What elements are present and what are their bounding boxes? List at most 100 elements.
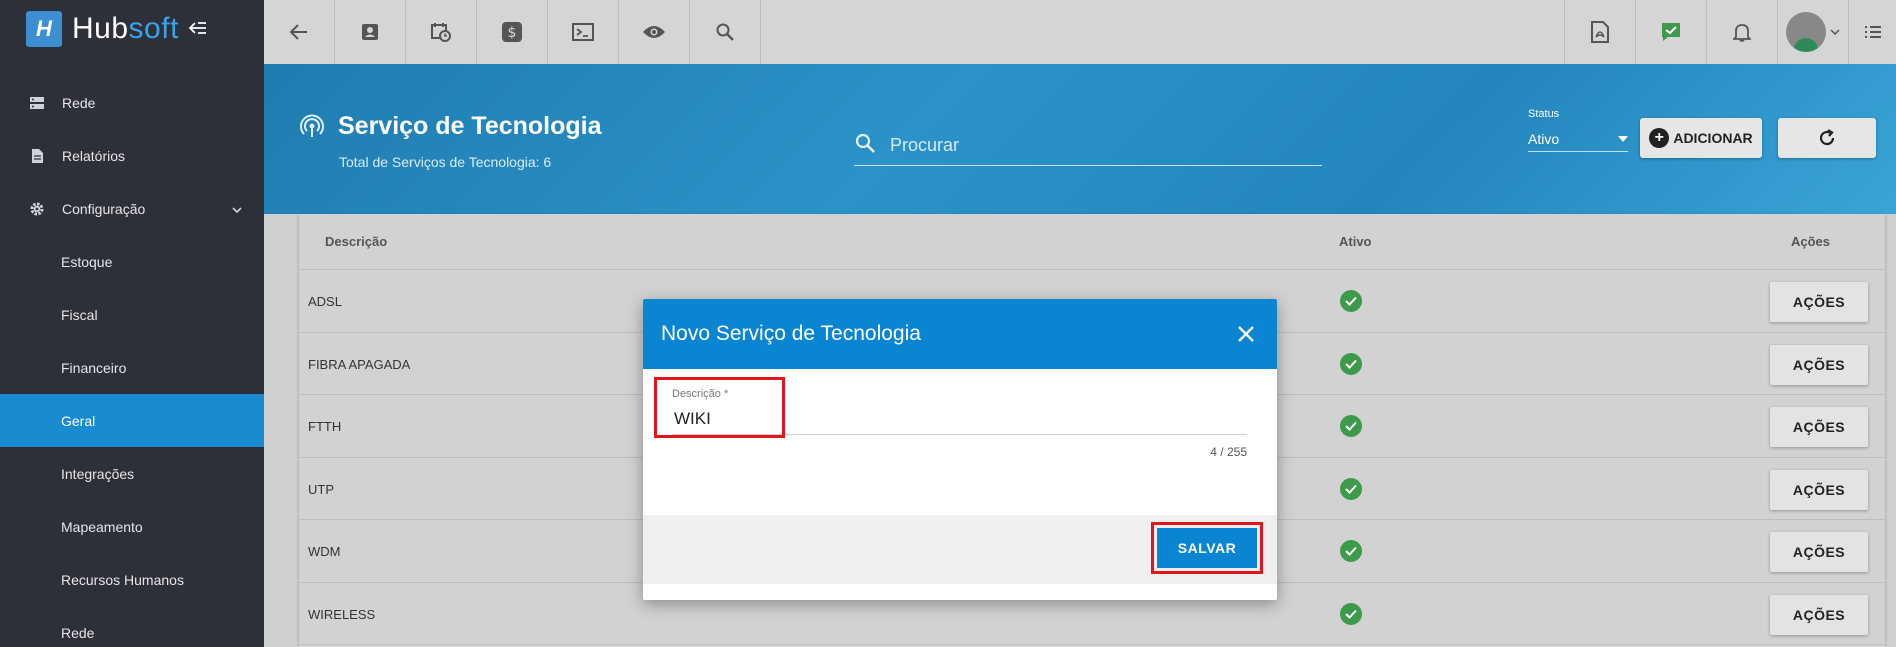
back-arrow-icon (289, 24, 307, 40)
caret-down-icon (1618, 135, 1628, 142)
cell-descricao: WDM (308, 544, 341, 559)
sidebar-item-mapeamento[interactable]: Mapeamento (0, 500, 264, 553)
back-button[interactable] (264, 0, 335, 64)
document-icon (26, 147, 48, 165)
view-button[interactable] (619, 0, 690, 64)
column-header-ativo[interactable]: Ativo (1339, 234, 1372, 249)
logo-mark: H (26, 11, 62, 47)
user-menu-button[interactable] (1777, 0, 1848, 64)
refresh-button[interactable] (1778, 118, 1876, 158)
terminal-icon (572, 23, 594, 41)
sidebar-item-label: Configuração (62, 200, 146, 217)
dollar-icon: $ (502, 22, 522, 42)
dialog-body: Descrição * 4 / 255 (643, 369, 1277, 515)
sidebar-item-configuracao[interactable]: Configuração (0, 182, 264, 235)
status-select[interactable]: Ativo (1528, 126, 1628, 152)
sidebar-item-integracoes[interactable]: Integrações (0, 447, 264, 500)
highlight-frame (654, 377, 785, 438)
sidebar-item-financeiro[interactable]: Financeiro (0, 341, 264, 394)
cell-descricao: WIRELESS (308, 606, 376, 622)
page-title: Serviço de Tecnologia (338, 112, 602, 140)
calendar-clock-icon (431, 23, 451, 42)
status-label: Status (1528, 108, 1560, 120)
actions-button[interactable]: AÇÕES (1770, 532, 1868, 572)
chevron-down-icon (1830, 29, 1840, 35)
svg-text:$: $ (508, 25, 517, 41)
check-circle-icon (1340, 415, 1362, 437)
logo[interactable]: H Hubsoft (0, 0, 264, 58)
contacts-button[interactable] (335, 0, 406, 64)
close-icon (1238, 326, 1254, 342)
search-icon (854, 132, 876, 160)
cell-descricao: FTTH (308, 419, 342, 434)
menu-list-button[interactable] (1848, 0, 1896, 64)
cell-descricao: UTP (308, 481, 334, 497)
gear-icon (26, 200, 48, 218)
signal-icon (300, 114, 326, 140)
check-circle-icon (1340, 290, 1362, 312)
logo-text: Hubsoft (72, 12, 179, 46)
sidebar-item-geral[interactable]: Geral (0, 394, 264, 447)
chevron-down-icon (232, 202, 242, 216)
messages-button[interactable] (1635, 0, 1706, 64)
sidebar-item-label: Relatórios (62, 147, 126, 164)
dialog-header: Novo Serviço de Tecnologia (643, 299, 1277, 369)
add-button-label: ADICIONAR (1673, 130, 1753, 146)
status-value: Ativo (1528, 130, 1560, 147)
dialog-title: Novo Serviço de Tecnologia (661, 322, 921, 345)
check-circle-icon (1340, 352, 1362, 375)
sidebar-item-estoque[interactable]: Estoque (0, 235, 264, 288)
check-circle-icon (1340, 540, 1362, 562)
avatar (1786, 12, 1826, 52)
page-subtitle: Total de Serviços de Tecnologia: 6 (339, 154, 552, 170)
search-button[interactable] (690, 0, 761, 64)
bell-icon (1733, 24, 1751, 42)
sidebar-item-relatorios[interactable]: Relatórios (0, 129, 264, 182)
contact-card-icon (362, 24, 378, 40)
toolbar-right (1564, 0, 1896, 64)
new-service-dialog: Novo Serviço de Tecnologia Descrição * 4… (643, 299, 1277, 600)
logo-text-hub: Hub (72, 12, 129, 45)
pdf-button[interactable] (1564, 0, 1635, 64)
save-button[interactable]: SALVAR (1151, 522, 1263, 574)
notifications-button[interactable] (1706, 0, 1777, 64)
actions-button[interactable]: AÇÕES (1770, 344, 1868, 385)
plus-circle-icon: + (1649, 128, 1670, 148)
sidebar: H Hubsoft Rede Relatórios Configuração E… (0, 0, 264, 647)
cell-descricao: ADSL (308, 294, 342, 309)
check-circle-icon (1340, 477, 1362, 500)
finance-button[interactable]: $ (477, 0, 548, 64)
actions-button[interactable]: AÇÕES (1770, 594, 1868, 635)
sidebar-item-rede-sub[interactable]: Rede (0, 606, 264, 647)
chat-check-icon (1662, 23, 1680, 41)
actions-button[interactable]: AÇÕES (1770, 282, 1868, 322)
actions-button[interactable]: AÇÕES (1770, 407, 1868, 447)
character-counter: 4 / 255 (1210, 445, 1247, 459)
column-header-descricao[interactable]: Descrição (325, 234, 387, 249)
search-input[interactable] (890, 130, 1310, 160)
terminal-button[interactable] (548, 0, 619, 64)
table-header: Descrição Ativo Ações (299, 214, 1885, 270)
search-box (854, 124, 1322, 166)
top-toolbar: $ (264, 0, 1896, 64)
close-button[interactable] (1233, 321, 1259, 347)
pdf-icon (1591, 21, 1609, 43)
eye-icon (643, 26, 665, 38)
add-button[interactable]: + ADICIONAR (1640, 118, 1762, 158)
column-header-acoes: Ações (1791, 234, 1831, 249)
actions-button[interactable]: AÇÕES (1770, 469, 1868, 510)
dialog-footer: SALVAR (643, 515, 1277, 584)
schedule-button[interactable] (406, 0, 477, 64)
search-icon (716, 23, 734, 41)
logo-text-soft: soft (128, 12, 179, 45)
sidebar-item-label: Rede (62, 94, 96, 111)
status-filter[interactable]: Status Ativo (1528, 108, 1628, 152)
sidebar-item-rede[interactable]: Rede (0, 76, 264, 129)
refresh-icon (1819, 129, 1835, 146)
sidebar-item-recursos-humanos[interactable]: Recursos Humanos (0, 553, 264, 606)
collapse-sidebar-icon[interactable] (188, 18, 207, 41)
check-circle-icon (1340, 602, 1362, 625)
sidebar-item-fiscal[interactable]: Fiscal (0, 288, 264, 341)
cell-descricao: FIBRA APAGADA (308, 356, 411, 372)
